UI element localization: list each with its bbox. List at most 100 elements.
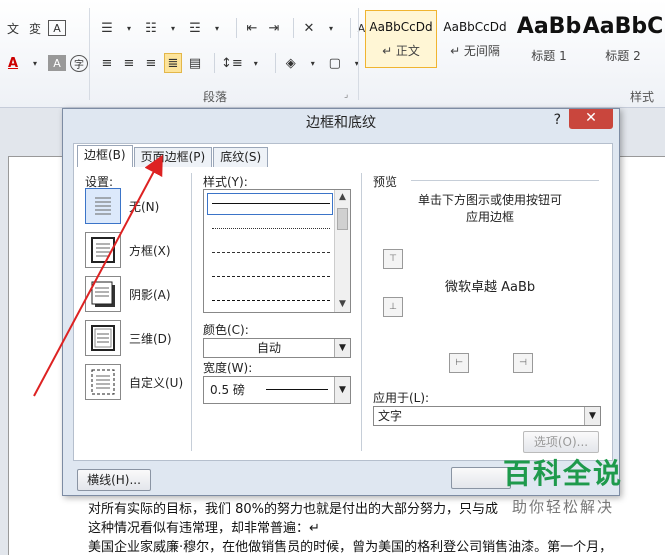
chevron-down-icon[interactable]: ▼: [334, 339, 350, 357]
setting-label: 阴影(A): [129, 287, 171, 302]
line-style-dashed-small[interactable]: [212, 252, 330, 253]
align-center-icon[interactable]: ≡: [120, 53, 138, 73]
apply-to-value: 文字: [378, 409, 403, 423]
tab-page-border[interactable]: 页面边框(P): [133, 147, 213, 167]
align-left-icon[interactable]: ≡: [98, 53, 116, 73]
chevron-down-icon[interactable]: ▼: [334, 377, 350, 403]
separator: [274, 53, 276, 73]
font-row-top: 文 変 A: [4, 18, 70, 38]
setting-box[interactable]: 方框(X): [85, 231, 185, 269]
line-spacing-icon[interactable]: ↕≡: [221, 53, 243, 73]
preview-rule: [411, 180, 599, 181]
chinese-layout-icon[interactable]: ✕: [300, 18, 318, 38]
ribbon-divider: [89, 8, 90, 100]
document-line: 对所有实际的目标，我们 80%的努力也就是付出的大部分努力，只与成: [88, 502, 499, 517]
scroll-thumb[interactable]: [337, 208, 348, 230]
tab-borders[interactable]: 边框(B): [77, 145, 133, 167]
paragraph-row-bottom: ≡ ≡ ≡ ≣ ▤ ↕≡ ▾ ◈ ▾ ▢ ▾: [98, 53, 370, 73]
style-gallery-item[interactable]: AaBbCcDd ↵ 正文: [365, 10, 437, 68]
setting-label: 三维(D): [129, 331, 172, 346]
preview-sample-text[interactable]: 微软卓越 AaBb: [445, 276, 535, 295]
chinese-layout-dropdown-icon[interactable]: ▾: [322, 18, 340, 38]
char-border-button[interactable]: A: [48, 20, 66, 36]
align-right-icon[interactable]: ≡: [142, 53, 160, 73]
style-sample: AaBbC: [582, 14, 664, 39]
style-gallery-item[interactable]: AaBbCcDd ↵ 无间隔: [439, 10, 511, 68]
paragraph-group-label: 段落: [203, 90, 228, 104]
line-style-dashed[interactable]: [212, 276, 330, 277]
color-select[interactable]: 自动 ▼: [203, 338, 351, 358]
style-gallery-item[interactable]: AaBbC 标题 2: [583, 10, 664, 68]
borders-icon[interactable]: ▢: [326, 53, 344, 73]
options-button[interactable]: 选项(O)...: [523, 431, 599, 453]
line-style-dotted[interactable]: [212, 228, 330, 229]
font-color-dropdown-icon[interactable]: ▾: [26, 53, 44, 73]
distributed-icon[interactable]: ▤: [186, 53, 204, 73]
bullets-dropdown-icon[interactable]: ▾: [120, 18, 138, 38]
enclose-char-button[interactable]: 字: [70, 54, 88, 72]
tab-shading[interactable]: 底纹(S): [213, 147, 269, 167]
numbering-icon[interactable]: ☷: [142, 18, 160, 38]
enclose-char-label: 字: [74, 59, 84, 71]
shadow-border-icon: [85, 276, 121, 312]
separator: [214, 53, 215, 73]
selected-line-style: [207, 193, 333, 215]
multilevel-list-icon[interactable]: ☲: [186, 18, 204, 38]
horizontal-line-button[interactable]: 横线(H)...: [77, 469, 151, 491]
setting-label: 方框(X): [129, 243, 171, 258]
setting-3d[interactable]: 三维(D): [85, 319, 185, 357]
separator: [236, 18, 237, 38]
line-style-solid[interactable]: [212, 203, 330, 204]
bullets-icon[interactable]: ☰: [98, 18, 116, 38]
style-name: ↵ 无间隔: [450, 43, 500, 58]
phonetic-guide-button[interactable]: 文: [4, 18, 22, 38]
width-select[interactable]: 0.5 磅 ▼: [203, 376, 351, 404]
justify-icon[interactable]: ≣: [164, 53, 182, 73]
apply-to-select[interactable]: 文字 ▼: [373, 406, 601, 426]
separator: [350, 18, 351, 38]
top-border-button[interactable]: ⊤: [383, 249, 403, 269]
no-border-icon: [85, 188, 121, 224]
decrease-indent-icon[interactable]: ⇤: [243, 18, 261, 38]
color-value: 自动: [256, 341, 281, 355]
setting-shadow[interactable]: 阴影(A): [85, 275, 185, 313]
line-style-dash-dot[interactable]: [212, 300, 330, 301]
watermark: 百科全说 助你轻松解决: [473, 452, 653, 532]
setting-none[interactable]: 无(N): [85, 187, 185, 225]
text-effect-button[interactable]: 変: [26, 18, 44, 38]
numbering-dropdown-icon[interactable]: ▾: [164, 18, 182, 38]
width-value: 0.5 磅: [210, 383, 245, 397]
width-line-sample: [266, 389, 328, 390]
shading-icon[interactable]: ◈: [282, 53, 300, 73]
style-name: ↵ 正文: [382, 43, 420, 58]
line-style-list[interactable]: ▲ ▼: [203, 189, 351, 313]
font-color-label: A: [7, 55, 19, 71]
setting-label: 自定义(U): [129, 375, 184, 390]
char-shading-button[interactable]: A: [48, 55, 66, 71]
bottom-border-button[interactable]: ⊥: [383, 297, 403, 317]
ribbon-divider: [358, 8, 359, 100]
increase-indent-icon[interactable]: ⇥: [265, 18, 283, 38]
style-list-scrollbar[interactable]: ▲ ▼: [334, 190, 350, 312]
paragraph-dialog-launcher-icon[interactable]: ⌟: [344, 90, 348, 100]
style-sample: AaBbCcDd: [443, 19, 507, 34]
font-color-button[interactable]: A: [4, 53, 22, 73]
shading-dropdown-icon[interactable]: ▾: [304, 53, 322, 73]
multilevel-dropdown-icon[interactable]: ▾: [208, 18, 226, 38]
left-border-button[interactable]: ⊢: [449, 353, 469, 373]
style-sample: AaBb: [516, 14, 582, 39]
chevron-down-icon[interactable]: ▼: [584, 407, 600, 425]
color-label: 颜色(C):: [203, 323, 249, 337]
borders-dropdown-icon[interactable]: ▾: [348, 53, 366, 73]
close-button[interactable]: ✕: [569, 109, 613, 129]
scroll-down-icon[interactable]: ▼: [335, 297, 350, 312]
scroll-up-icon[interactable]: ▲: [335, 190, 350, 205]
right-border-button[interactable]: ⊣: [513, 353, 533, 373]
preview-divider: [361, 173, 362, 451]
style-gallery-item[interactable]: AaBb 标题 1: [513, 10, 585, 68]
width-label: 宽度(W):: [203, 361, 253, 375]
line-spacing-dropdown-icon[interactable]: ▾: [247, 53, 265, 73]
help-button[interactable]: ?: [554, 112, 561, 128]
ribbon: 文 変 A A ▾ A 字 ☰ ▾ ☷ ▾ ☲ ▾ ⇤ ⇥ ✕ ▾ A↓: [0, 0, 665, 108]
setting-custom[interactable]: 自定义(U): [85, 363, 185, 401]
